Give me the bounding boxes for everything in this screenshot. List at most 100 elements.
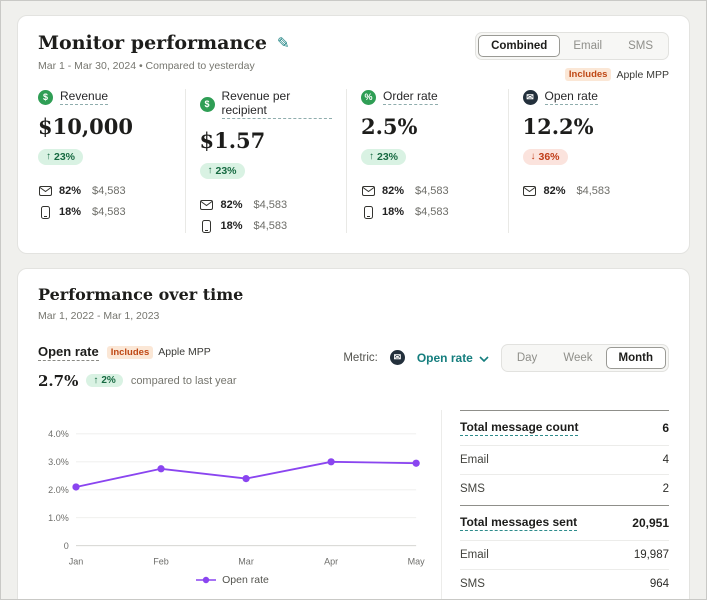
apple-mpp-badge: Includes Apple MPP [564, 68, 669, 81]
email-icon [523, 185, 537, 196]
channel-pct: 82% [543, 184, 566, 197]
row-value: 2 [662, 482, 669, 495]
metric-column-open-rate: ✉ Open rate 12.2% ↓ 36% 82% $4,583 [507, 89, 670, 233]
revenue-icon: $ [38, 89, 53, 105]
metric-value: 12.2% [522, 114, 594, 139]
channel-pct: 18% [220, 220, 243, 232]
channel-value: $4,583 [92, 184, 126, 197]
row-label: Email [460, 453, 489, 466]
metric-value: $10,000 [38, 114, 133, 139]
phone-icon [361, 205, 375, 219]
includes-label: Includes [106, 345, 154, 359]
tab-month[interactable]: Month [605, 346, 666, 369]
row-value: 4 [662, 453, 669, 466]
row-value: 964 [649, 577, 669, 590]
edit-icon[interactable]: ✎ [277, 34, 290, 52]
revenue-per-recipient-icon: $ [199, 96, 215, 112]
line-chart: 0 1.0% 2.0% 3.0% 4.0% Jan Feb Mar Apr May [48, 429, 426, 567]
total-message-count-value: 6 [662, 420, 669, 435]
total-message-count-label[interactable]: Total message count [460, 420, 579, 436]
channel-value: $4,583 [576, 184, 611, 197]
chart-legend: Open rate [38, 574, 427, 586]
arrow-up-icon: ↑ [207, 165, 213, 176]
dashboard: Monitor performance ✎ Mar 1 - Mar 30, 20… [0, 0, 707, 600]
change-value: 36% [538, 150, 560, 163]
arrow-up-icon: ↑ [93, 375, 99, 386]
current-open-rate: 2.7% [38, 371, 79, 390]
metric-label[interactable]: Order rate [383, 89, 438, 105]
channel-pct: 82% [220, 198, 243, 211]
channel-breakdown: 82% $4,583 18% $4,583 [38, 185, 171, 219]
metric-label[interactable]: Revenue [60, 89, 109, 105]
phone-icon [38, 205, 52, 219]
svg-text:2.0%: 2.0% [48, 484, 69, 494]
metric-column-order-rate: % Order rate 2.5% ↑ 23% 82% $4,583 18% $… [346, 89, 508, 233]
chevron-down-icon [479, 350, 489, 365]
monitor-performance-card: Monitor performance ✎ Mar 1 - Mar 30, 20… [17, 15, 690, 254]
change-badge: ↑ 23% [38, 148, 84, 165]
channel-value: $4,583 [415, 206, 449, 218]
channel-breakdown: 82% $4,583 18% $4,583 [200, 199, 333, 233]
change-value: 2% [101, 375, 116, 386]
tab-sms[interactable]: SMS [615, 35, 666, 57]
tab-email[interactable]: Email [560, 35, 615, 57]
metric-label[interactable]: Revenue per recipient [221, 89, 332, 119]
open-rate-summary: Open rate Includes Apple MPP 2.7% ↑ 2% c… [38, 344, 237, 390]
total-messages-sent-section: Total messages sent 20,951 Email 19,987 … [460, 504, 669, 598]
channel-breakdown: 82% $4,583 [523, 185, 656, 197]
email-breakdown-row: 82% $4,583 [38, 185, 171, 197]
svg-text:May: May [408, 556, 426, 566]
channel-pct: 82% [59, 184, 82, 197]
table-row: SMS 2 [460, 473, 669, 503]
includes-label: Includes [564, 68, 612, 81]
sms-breakdown-row: 18% $4,583 [200, 219, 333, 233]
date-range-subtitle: Mar 1, 2022 - Mar 1, 2023 [38, 309, 160, 322]
svg-text:3.0%: 3.0% [48, 456, 69, 466]
total-messages-sent-label[interactable]: Total messages sent [460, 515, 578, 531]
email-breakdown-row: 82% $4,583 [361, 185, 494, 197]
arrow-up-icon: ↑ [46, 151, 51, 162]
email-breakdown-row: 82% $4,583 [200, 199, 333, 211]
channel-tabs: Combined Email SMS [475, 32, 669, 60]
change-value: 23% [54, 150, 76, 163]
open-rate-label[interactable]: Open rate [38, 344, 99, 361]
page-title: Monitor performance [38, 32, 267, 54]
change-value: 23% [215, 164, 237, 177]
totals-panel: Total message count 6 Email 4 SMS 2 Tota… [441, 409, 669, 599]
change-badge: ↓ 36% [522, 148, 568, 165]
svg-text:4.0%: 4.0% [48, 429, 69, 439]
tab-day[interactable]: Day [504, 347, 550, 369]
legend-label: Open rate [222, 574, 269, 587]
metric-dropdown[interactable]: Open rate [417, 350, 489, 365]
metric-selector-label: Metric: [343, 351, 378, 364]
order-rate-icon: % [361, 89, 376, 105]
granularity-tabs: Day Week Month [500, 343, 669, 372]
svg-text:Jan: Jan [69, 556, 84, 566]
channel-value: $4,583 [253, 220, 288, 232]
total-message-count-section: Total message count 6 Email 4 SMS 2 [460, 409, 669, 503]
change-value: 23% [377, 150, 399, 163]
row-value: 19,987 [633, 548, 669, 561]
tab-week[interactable]: Week [550, 347, 605, 369]
sms-breakdown-row: 18% $4,583 [361, 205, 494, 219]
apple-mpp-label: Apple MPP [616, 68, 669, 81]
table-row: SMS 964 [460, 568, 669, 598]
change-badge: ↑ 2% [86, 374, 123, 387]
tab-combined[interactable]: Combined [478, 35, 561, 57]
apple-mpp-label: Apple MPP [158, 346, 211, 358]
channel-value: $4,583 [415, 184, 449, 197]
row-label: SMS [460, 482, 485, 495]
date-range-subtitle: Mar 1 - Mar 30, 2024 • Compared to yeste… [38, 60, 255, 72]
metric-value: 2.5% [361, 114, 418, 139]
table-row: Email 4 [460, 444, 669, 474]
email-icon [38, 185, 52, 196]
section-title: Performance over time [38, 284, 244, 304]
apple-mpp-badge: Includes Apple MPP [106, 345, 211, 359]
email-icon [200, 199, 214, 210]
email-icon [361, 185, 375, 196]
metric-label[interactable]: Open rate [544, 89, 598, 105]
svg-text:1.0%: 1.0% [48, 512, 69, 522]
phone-icon [200, 219, 214, 233]
chart-area: 0 1.0% 2.0% 3.0% 4.0% Jan Feb Mar Apr May Open ra… [38, 410, 441, 600]
email-breakdown-row: 82% $4,583 [523, 185, 656, 197]
